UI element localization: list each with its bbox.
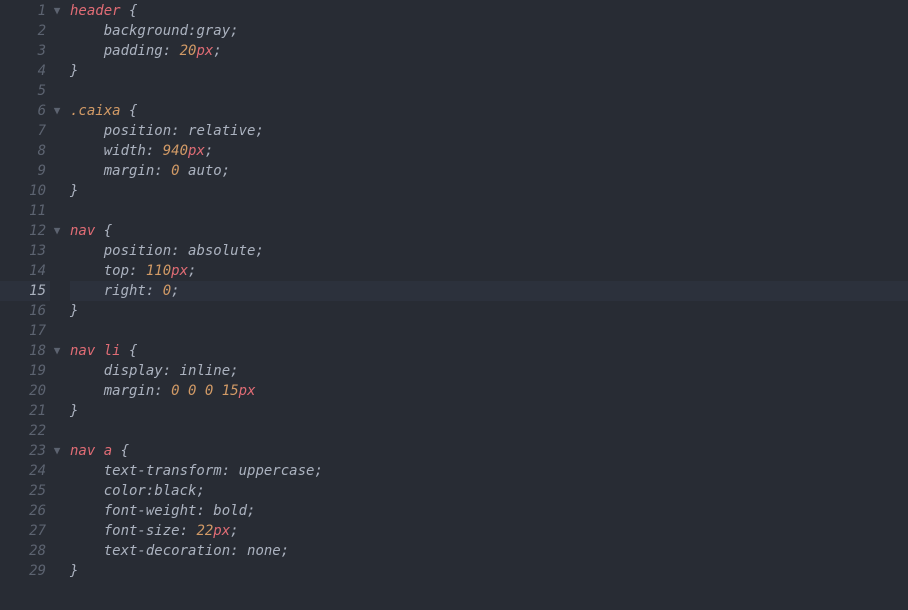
line-number[interactable]: 11 [0, 201, 50, 221]
code-line[interactable]: margin: 0 auto; [70, 161, 908, 181]
code-area[interactable]: header { background:gray; padding: 20px;… [50, 0, 908, 581]
code-line[interactable]: width: 940px; [70, 141, 908, 161]
line-number[interactable]: 26 [0, 501, 50, 521]
code-line[interactable]: top: 110px; [70, 261, 908, 281]
code-line[interactable]: nav a { [70, 441, 908, 461]
fold-icon[interactable]: ▼ [50, 1, 64, 21]
line-number[interactable]: 10 [0, 181, 50, 201]
line-number[interactable]: 13 [0, 241, 50, 261]
code-line[interactable]: nav { [70, 221, 908, 241]
line-number[interactable]: 7 [0, 121, 50, 141]
code-line[interactable]: background:gray; [70, 21, 908, 41]
line-number[interactable]: 12▼ [0, 221, 50, 241]
line-number[interactable]: 23▼ [0, 441, 50, 461]
code-line[interactable]: } [70, 301, 908, 321]
code-line[interactable]: header { [70, 1, 908, 21]
line-number[interactable]: 29 [0, 561, 50, 581]
code-line[interactable]: position: absolute; [70, 241, 908, 261]
line-number[interactable]: 1▼ [0, 1, 50, 21]
line-number-gutter[interactable]: 1▼23456▼789101112▼131415161718▼192021222… [0, 0, 50, 581]
code-line[interactable]: padding: 20px; [70, 41, 908, 61]
line-number[interactable]: 18▼ [0, 341, 50, 361]
fold-icon[interactable]: ▼ [50, 441, 64, 461]
line-number[interactable]: 17 [0, 321, 50, 341]
code-line[interactable]: position: relative; [70, 121, 908, 141]
code-line[interactable]: text-transform: uppercase; [70, 461, 908, 481]
code-line[interactable]: display: inline; [70, 361, 908, 381]
line-number[interactable]: 27 [0, 521, 50, 541]
line-number[interactable]: 4 [0, 61, 50, 81]
line-number[interactable]: 2 [0, 21, 50, 41]
fold-icon[interactable]: ▼ [50, 101, 64, 121]
line-number[interactable]: 22 [0, 421, 50, 441]
code-line[interactable]: nav li { [70, 341, 908, 361]
code-line[interactable]: } [70, 61, 908, 81]
code-line[interactable]: text-decoration: none; [70, 541, 908, 561]
line-number[interactable]: 28 [0, 541, 50, 561]
code-line[interactable] [70, 201, 908, 221]
code-line[interactable]: } [70, 401, 908, 421]
line-number[interactable]: 8 [0, 141, 50, 161]
line-number[interactable]: 21 [0, 401, 50, 421]
code-line[interactable] [70, 421, 908, 441]
code-line[interactable]: margin: 0 0 0 15px [70, 381, 908, 401]
code-line[interactable]: font-size: 22px; [70, 521, 908, 541]
line-number[interactable]: 16 [0, 301, 50, 321]
line-number[interactable]: 15 [0, 281, 50, 301]
line-number[interactable]: 3 [0, 41, 50, 61]
line-number[interactable]: 20 [0, 381, 50, 401]
line-number[interactable]: 9 [0, 161, 50, 181]
code-line[interactable]: } [70, 561, 908, 581]
line-number[interactable]: 5 [0, 81, 50, 101]
line-number[interactable]: 25 [0, 481, 50, 501]
code-editor[interactable]: 1▼23456▼789101112▼131415161718▼192021222… [0, 0, 908, 581]
line-number[interactable]: 6▼ [0, 101, 50, 121]
code-line[interactable]: .caixa { [70, 101, 908, 121]
code-line[interactable] [70, 81, 908, 101]
line-number[interactable]: 24 [0, 461, 50, 481]
code-line[interactable]: font-weight: bold; [70, 501, 908, 521]
code-line[interactable]: right: 0; [70, 281, 908, 301]
line-number[interactable]: 19 [0, 361, 50, 381]
code-line[interactable]: color:black; [70, 481, 908, 501]
fold-icon[interactable]: ▼ [50, 221, 64, 241]
line-number[interactable]: 14 [0, 261, 50, 281]
code-line[interactable] [70, 321, 908, 341]
code-line[interactable]: } [70, 181, 908, 201]
fold-icon[interactable]: ▼ [50, 341, 64, 361]
